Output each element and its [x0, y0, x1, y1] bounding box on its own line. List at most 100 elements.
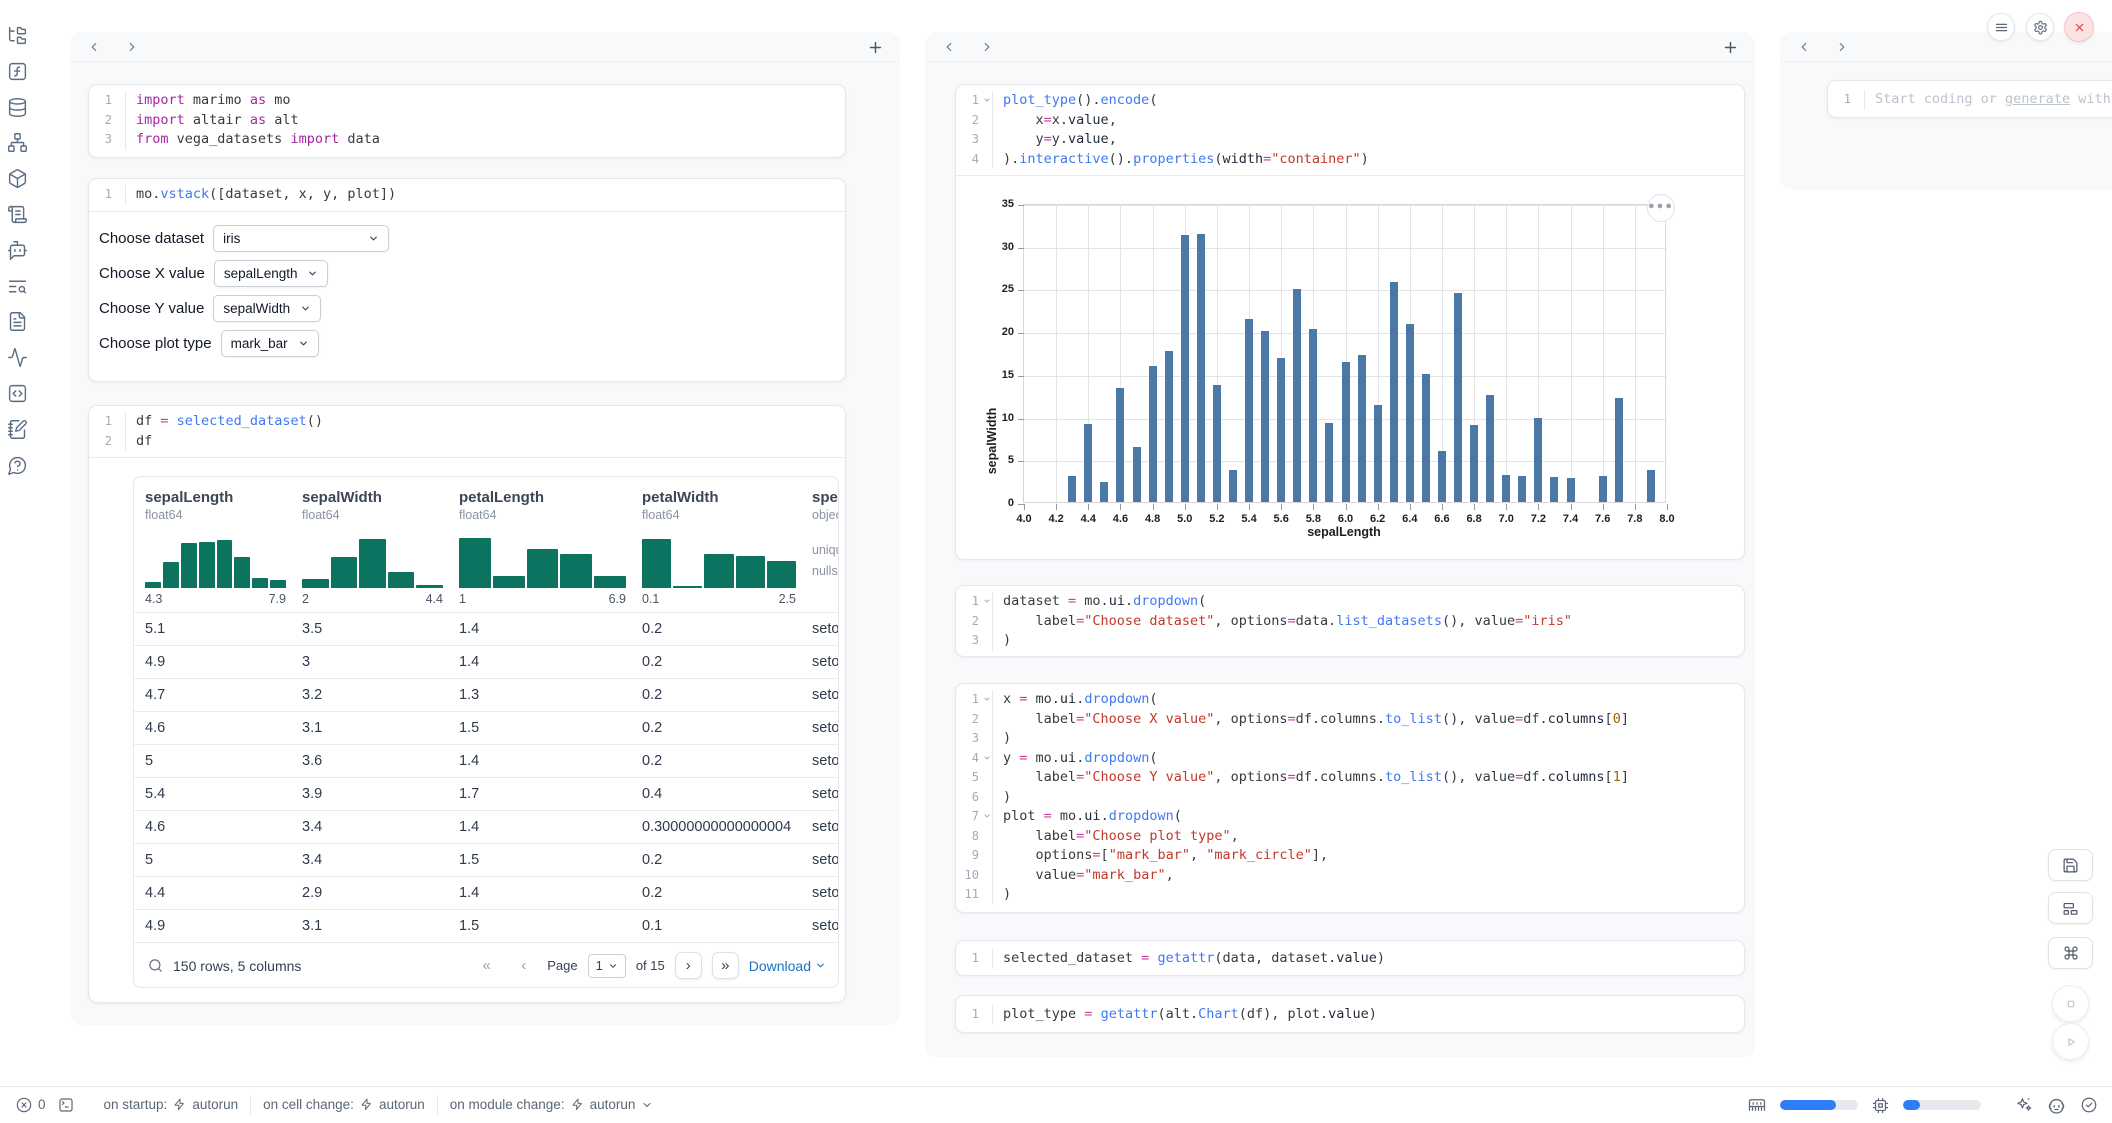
chart-menu-button[interactable]: ●●●	[1647, 194, 1675, 222]
sidebar-item-snippets[interactable]	[7, 383, 29, 405]
table-row[interactable]: 5.43.91.70.4setosa	[134, 777, 838, 810]
sidebar-item-notebook[interactable]	[7, 419, 29, 441]
cell-chart[interactable]: 1plot_type().encode(2 x=x.value,3 y=y.va…	[955, 84, 1745, 560]
sidebar-item-help[interactable]	[7, 455, 29, 477]
add-column-button[interactable]	[1717, 34, 1743, 60]
table-row[interactable]: 4.931.40.2setosa	[134, 645, 838, 678]
cell-plot-type[interactable]: 1plot_type = getattr(alt.Chart(df), plot…	[955, 995, 1745, 1033]
sidebar-item-file-explorer[interactable]	[7, 25, 29, 47]
settings-button[interactable]	[2026, 13, 2054, 41]
dropdown-choose-x-value[interactable]: sepalLength	[214, 260, 329, 287]
sidebar-item-functions[interactable]	[7, 61, 29, 83]
table-row[interactable]: 4.73.21.30.2setosa	[134, 678, 838, 711]
line-number: 3	[956, 130, 992, 150]
fold-chevron-icon[interactable]	[983, 695, 991, 703]
cell-empty-editor[interactable]: 1 Start coding or generate with AI	[1827, 80, 2112, 118]
sidebar-item-documentation[interactable]	[7, 311, 29, 333]
cpu-usage-meter[interactable]	[1903, 1100, 1981, 1110]
fold-chevron-icon[interactable]	[983, 597, 991, 605]
prev-page-button[interactable]: ‹	[510, 952, 537, 979]
cell-imports[interactable]: 1import marimo as mo2import altair as al…	[88, 84, 846, 158]
table-cell: 3.6	[302, 753, 459, 769]
chart-bar	[1599, 476, 1607, 502]
cell-vstack[interactable]: 1mo.vstack([dataset, x, y, plot]) Choose…	[88, 178, 846, 382]
generate-link[interactable]: generate	[2005, 91, 2070, 107]
column-header-sepalWidth[interactable]: sepalWidthfloat6424.4	[302, 489, 459, 606]
column-back-button[interactable]	[937, 35, 961, 59]
sidebar-item-datasources[interactable]	[7, 97, 29, 119]
terminal-button[interactable]	[58, 1097, 74, 1113]
table-row[interactable]: 53.61.40.2setosa	[134, 744, 838, 777]
fold-chevron-icon[interactable]	[983, 96, 991, 104]
on-cell-change-setting[interactable]: on cell change: autorun	[263, 1097, 425, 1112]
column-header-petalWidth[interactable]: petalWidthfloat640.12.5	[642, 489, 812, 606]
column-header-petalLength[interactable]: petalLengthfloat6416.9	[459, 489, 642, 606]
column-forward-button[interactable]	[1830, 35, 1854, 59]
column-header-sepalLength[interactable]: sepalLengthfloat644.37.9	[145, 489, 302, 606]
search-icon[interactable]	[148, 958, 163, 973]
first-page-button[interactable]: «	[473, 952, 500, 979]
x-tick	[1442, 504, 1443, 510]
table-cell: 0.2	[642, 852, 812, 868]
fold-chevron-icon[interactable]	[983, 812, 991, 820]
stop-button[interactable]	[2052, 985, 2089, 1022]
table-row[interactable]: 4.63.41.40.30000000000000004setosa	[134, 810, 838, 843]
column-forward-button[interactable]	[120, 35, 144, 59]
assistant-robot-icon[interactable]	[2047, 1096, 2066, 1115]
table-row[interactable]: 4.63.11.50.2setosa	[134, 711, 838, 744]
editor-placeholder[interactable]: Start coding or generate with AI	[1864, 90, 2112, 110]
chevron-down-icon	[608, 961, 618, 971]
column-dtype: object	[812, 508, 839, 522]
dropdown-choose-y-value[interactable]: sepalWidth	[213, 295, 321, 322]
table-row[interactable]: 4.42.91.40.2setosa	[134, 876, 838, 909]
next-page-button[interactable]: ›	[675, 952, 702, 979]
page-select[interactable]: 1	[588, 954, 626, 978]
x-tick	[1506, 504, 1507, 510]
histogram-bar	[302, 579, 329, 588]
column-back-button[interactable]	[82, 35, 106, 59]
ai-sparkles-icon[interactable]	[2015, 1096, 2033, 1114]
shutdown-button[interactable]	[2064, 12, 2094, 42]
on-startup-setting[interactable]: on startup: autorun	[104, 1097, 239, 1112]
download-button[interactable]: Download	[749, 958, 826, 974]
sidebar-item-packages[interactable]	[7, 168, 29, 190]
sidebar-item-scratchpad[interactable]	[7, 204, 29, 226]
column-header-species[interactable]: speciesobjectunique:nulls:	[812, 489, 839, 606]
chart-bar	[1390, 282, 1398, 502]
dropdown-choose-plot-type[interactable]: mark_bar	[221, 330, 319, 357]
column-forward-button[interactable]	[975, 35, 999, 59]
on-module-change-setting[interactable]: on module change: autorun	[450, 1097, 654, 1112]
keyboard-shortcuts-button[interactable]	[2048, 937, 2093, 969]
error-indicator[interactable]: 0	[16, 1097, 46, 1113]
line-number: 2	[956, 612, 992, 632]
x-tick-label: 7.8	[1619, 513, 1651, 525]
sidebar-item-logs[interactable]	[7, 276, 29, 298]
chart-plot-area[interactable]: 051015202530354.04.24.44.64.85.05.25.45.…	[1023, 204, 1666, 503]
notebook-menu-button[interactable]	[1987, 13, 2015, 41]
table-cell: 4.4	[145, 885, 302, 901]
layout-toggle-button[interactable]	[2048, 892, 2093, 924]
connection-status-icon[interactable]	[2080, 1096, 2098, 1114]
column-name: sepalWidth	[302, 489, 449, 506]
cell-xy-plot-dropdowns[interactable]: 1x = mo.ui.dropdown(2 label="Choose X va…	[955, 683, 1745, 913]
column-back-button[interactable]	[1792, 35, 1816, 59]
memory-usage-meter[interactable]	[1780, 1100, 1858, 1110]
last-page-button[interactable]: »	[712, 952, 739, 979]
run-button[interactable]	[2052, 1023, 2089, 1060]
sidebar-item-dependency-graph[interactable]	[7, 132, 29, 154]
add-column-button[interactable]	[862, 34, 888, 60]
fold-chevron-icon[interactable]	[983, 754, 991, 762]
sidebar-item-ai-chat[interactable]	[7, 240, 29, 262]
cell-dataframe[interactable]: 1df = selected_dataset()2df sepalLengthf…	[88, 405, 846, 1003]
save-button[interactable]	[2048, 849, 2093, 881]
cell-selected-dataset[interactable]: 1selected_dataset = getattr(data, datase…	[955, 940, 1745, 976]
table-row[interactable]: 53.41.50.2setosa	[134, 843, 838, 876]
chart-bar	[1342, 362, 1350, 502]
terminal-icon	[58, 1097, 74, 1113]
sidebar-item-tracing[interactable]	[7, 347, 29, 369]
dropdown-choose-dataset[interactable]: iris	[213, 225, 389, 252]
table-row[interactable]: 5.13.51.40.2setosa	[134, 612, 838, 645]
y-tick	[1018, 376, 1024, 377]
table-row[interactable]: 4.93.11.50.1setosa	[134, 909, 838, 942]
cell-dataset-dropdown[interactable]: 1dataset = mo.ui.dropdown(2 label="Choos…	[955, 585, 1745, 657]
